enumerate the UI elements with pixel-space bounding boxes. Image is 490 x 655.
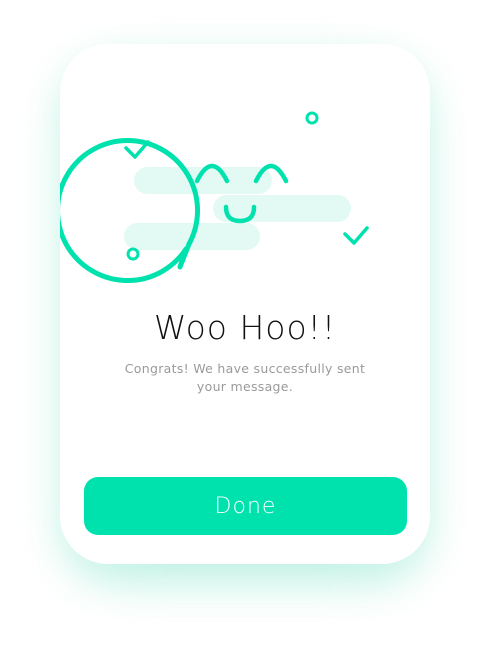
ring-icon	[305, 111, 319, 125]
screen: Woo Hoo!! Congrats! We have successfully…	[0, 0, 490, 655]
dialog-title: Woo Hoo!!	[153, 308, 337, 347]
cloud-bars	[124, 167, 351, 250]
check-icon	[343, 226, 369, 245]
dialog-message: Congrats! We have successfully sent your…	[124, 361, 366, 394]
chat-bubble-outline	[60, 138, 201, 284]
ring-icon	[126, 247, 140, 261]
check-icon	[124, 140, 150, 159]
smiling-chat-bubble-icon	[60, 138, 289, 284]
success-illustration	[60, 111, 369, 284]
done-button[interactable]: Done	[84, 477, 407, 535]
